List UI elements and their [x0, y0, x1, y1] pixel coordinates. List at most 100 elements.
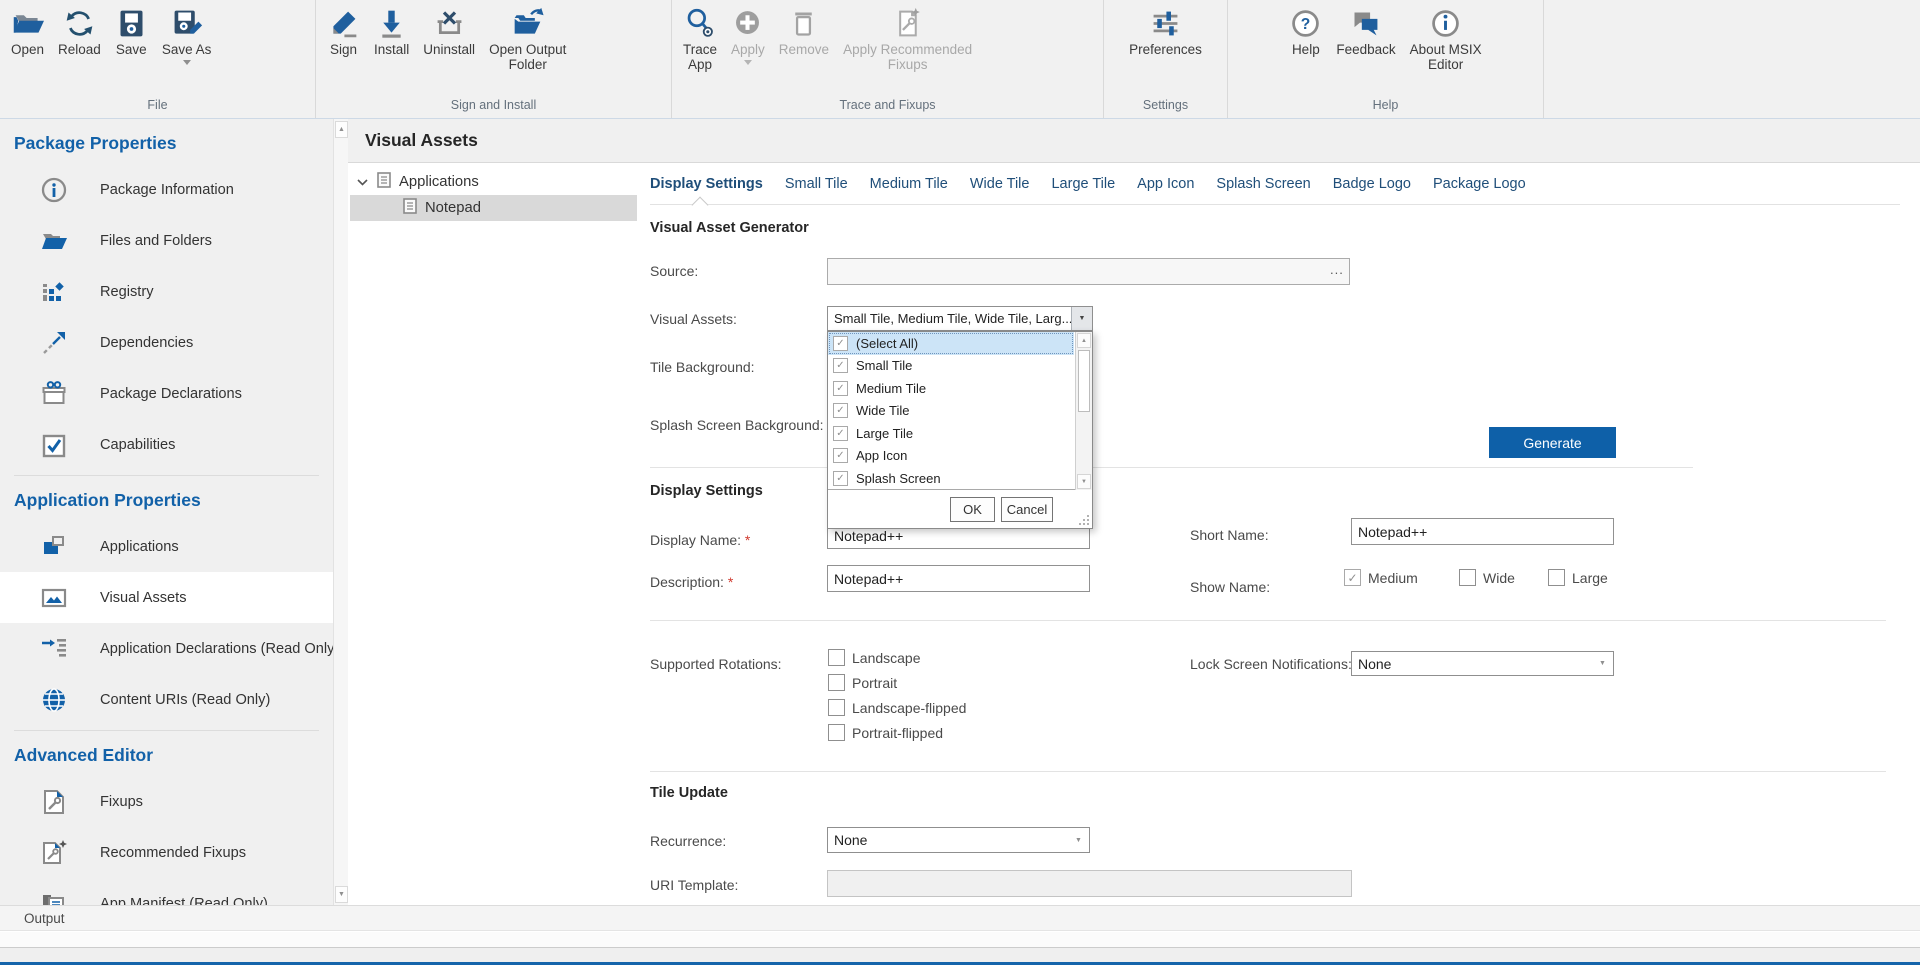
navigation-sidebar: Package Properties Package Information F…	[0, 119, 348, 905]
reload-button[interactable]: Reload	[51, 7, 108, 57]
checkbox-checked-icon[interactable]	[833, 426, 848, 441]
open-button[interactable]: Open	[4, 7, 51, 57]
output-panel-bar[interactable]: Output	[0, 905, 1920, 931]
svg-text:?: ?	[1301, 16, 1311, 33]
checkbox-checked-icon[interactable]	[833, 381, 848, 396]
apply-button: Apply	[724, 7, 772, 65]
tree-node-applications[interactable]: Applications	[348, 169, 637, 195]
toolbar-group-trace-fixups-label: Trace and Fixups	[672, 98, 1103, 118]
browse-ellipsis-button[interactable]: ...	[1330, 262, 1344, 277]
rotation-landscape-flipped-checkbox[interactable]: Landscape-flipped	[828, 699, 966, 716]
scroll-up-arrow-icon[interactable]: ▲	[1077, 333, 1091, 348]
dropdown-item-medium-tile[interactable]: Medium Tile	[828, 377, 1074, 400]
rotation-portrait-flipped-checkbox[interactable]: Portrait-flipped	[828, 724, 943, 741]
checkbox-icon[interactable]	[1459, 569, 1476, 586]
scrollbar-thumb[interactable]	[1078, 350, 1090, 412]
generate-button[interactable]: Generate	[1489, 427, 1616, 458]
sidebar-item-capabilities[interactable]: Capabilities	[0, 419, 333, 470]
checkbox-checked-icon[interactable]	[833, 448, 848, 463]
apply-plus-icon	[731, 7, 764, 40]
dropdown-item-splash-screen[interactable]: Splash Screen	[828, 467, 1074, 490]
sidebar-item-dependencies[interactable]: Dependencies	[0, 317, 333, 368]
dropdown-item-small-tile[interactable]: Small Tile	[828, 355, 1074, 378]
tab-splash-screen[interactable]: Splash Screen	[1216, 176, 1310, 192]
rotation-landscape-checkbox[interactable]: Landscape	[828, 649, 921, 666]
sidebar-item-label: Applications	[100, 539, 179, 555]
checkbox-checked-icon[interactable]	[833, 471, 848, 486]
tab-package-logo[interactable]: Package Logo	[1433, 176, 1526, 192]
dropdown-item-select-all[interactable]: (Select All)	[828, 332, 1074, 355]
remove-trash-icon	[787, 7, 820, 40]
checkbox-checked-icon[interactable]	[833, 403, 848, 418]
dropdown-item-app-icon[interactable]: App Icon	[828, 445, 1074, 468]
tree-node-notepad[interactable]: Notepad	[350, 195, 637, 221]
show-name-wide-checkbox[interactable]: Wide	[1459, 569, 1515, 586]
checkbox-checked-icon[interactable]	[833, 336, 848, 351]
checkbox-icon[interactable]	[1548, 569, 1565, 586]
tile-background-label: Tile Background:	[650, 359, 755, 375]
lock-screen-notifications-combobox[interactable]: None ▼	[1351, 651, 1614, 676]
sidebar-item-files-and-folders[interactable]: Files and Folders	[0, 215, 333, 266]
show-name-medium-checkbox[interactable]: Medium	[1344, 569, 1418, 586]
sidebar-item-package-declarations[interactable]: Package Declarations	[0, 368, 333, 419]
chevron-down-icon[interactable]	[183, 60, 191, 65]
chevron-down-icon[interactable]	[357, 174, 368, 190]
cancel-button[interactable]: Cancel	[1001, 497, 1053, 522]
tab-small-tile[interactable]: Small Tile	[785, 176, 848, 192]
description-input[interactable]	[827, 565, 1090, 592]
scroll-down-arrow-icon[interactable]: ▼	[335, 886, 348, 903]
sidebar-item-package-information[interactable]: Package Information	[0, 164, 333, 215]
dropdown-item-wide-tile[interactable]: Wide Tile	[828, 400, 1074, 423]
save-as-button[interactable]: Save As	[155, 7, 219, 65]
resize-grip-icon[interactable]	[1077, 513, 1090, 526]
sidebar-item-recommended-fixups[interactable]: Recommended Fixups	[0, 827, 333, 878]
sidebar-item-applications[interactable]: Applications	[0, 521, 333, 572]
scroll-down-arrow-icon[interactable]: ▼	[1077, 474, 1091, 489]
preferences-button[interactable]: Preferences	[1122, 7, 1209, 57]
sidebar-scrollbar[interactable]: ▲ ▼	[333, 119, 348, 905]
recurrence-combobox[interactable]: None ▼	[827, 827, 1090, 853]
uninstall-button[interactable]: Uninstall	[416, 7, 482, 57]
tab-display-settings[interactable]: Display Settings	[650, 176, 763, 192]
combo-dropdown-arrow-icon[interactable]: ▼	[1071, 307, 1092, 330]
sign-button[interactable]: Sign	[320, 7, 367, 57]
sidebar-item-fixups[interactable]: Fixups	[0, 776, 333, 827]
sidebar-item-application-declarations[interactable]: Application Declarations (Read Only)	[0, 623, 333, 674]
dropdown-scrollbar[interactable]: ▲ ▼	[1075, 332, 1092, 490]
short-name-input[interactable]	[1351, 518, 1614, 545]
open-output-folder-button[interactable]: Open Output Folder	[482, 7, 573, 72]
checkbox-checked-icon[interactable]	[833, 358, 848, 373]
checkbox-icon[interactable]	[828, 724, 845, 741]
tab-large-tile[interactable]: Large Tile	[1051, 176, 1115, 192]
install-button[interactable]: Install	[367, 7, 416, 57]
sidebar-item-registry[interactable]: Registry	[0, 266, 333, 317]
visual-assets-combobox[interactable]: Small Tile, Medium Tile, Wide Tile, Larg…	[827, 306, 1093, 331]
combo-dropdown-arrow-icon[interactable]: ▼	[1068, 828, 1089, 852]
save-as-label: Save As	[162, 42, 212, 57]
about-msix-editor-button[interactable]: About MSIX Editor	[1403, 7, 1489, 72]
show-name-large-checkbox[interactable]: Large	[1548, 569, 1608, 586]
source-input[interactable]	[827, 258, 1350, 285]
tab-badge-logo[interactable]: Badge Logo	[1333, 176, 1411, 192]
tab-wide-tile[interactable]: Wide Tile	[970, 176, 1030, 192]
rotation-portrait-checkbox[interactable]: Portrait	[828, 674, 897, 691]
checkbox-checked-icon[interactable]	[1344, 569, 1361, 586]
checkbox-icon[interactable]	[828, 649, 845, 666]
checkbox-icon[interactable]	[828, 699, 845, 716]
sidebar-item-visual-assets[interactable]: Visual Assets	[0, 572, 333, 623]
dropdown-item-large-tile[interactable]: Large Tile	[828, 422, 1074, 445]
feedback-button[interactable]: Feedback	[1329, 7, 1402, 57]
tab-medium-tile[interactable]: Medium Tile	[870, 176, 948, 192]
ok-button[interactable]: OK	[950, 497, 995, 522]
save-button[interactable]: Save	[108, 7, 155, 57]
tab-app-icon[interactable]: App Icon	[1137, 176, 1194, 192]
sidebar-item-content-uris[interactable]: Content URIs (Read Only)	[0, 674, 333, 725]
sidebar-item-label: Recommended Fixups	[100, 845, 246, 861]
trace-app-button[interactable]: Trace App	[676, 7, 724, 72]
scroll-up-arrow-icon[interactable]: ▲	[335, 121, 348, 138]
dependencies-arrow-icon	[40, 329, 68, 357]
checkbox-icon[interactable]	[828, 674, 845, 691]
help-button[interactable]: ? Help	[1282, 7, 1329, 57]
combo-dropdown-arrow-icon[interactable]: ▼	[1592, 652, 1613, 675]
sidebar-item-app-manifest[interactable]: App Manifest (Read Only)	[0, 878, 333, 905]
